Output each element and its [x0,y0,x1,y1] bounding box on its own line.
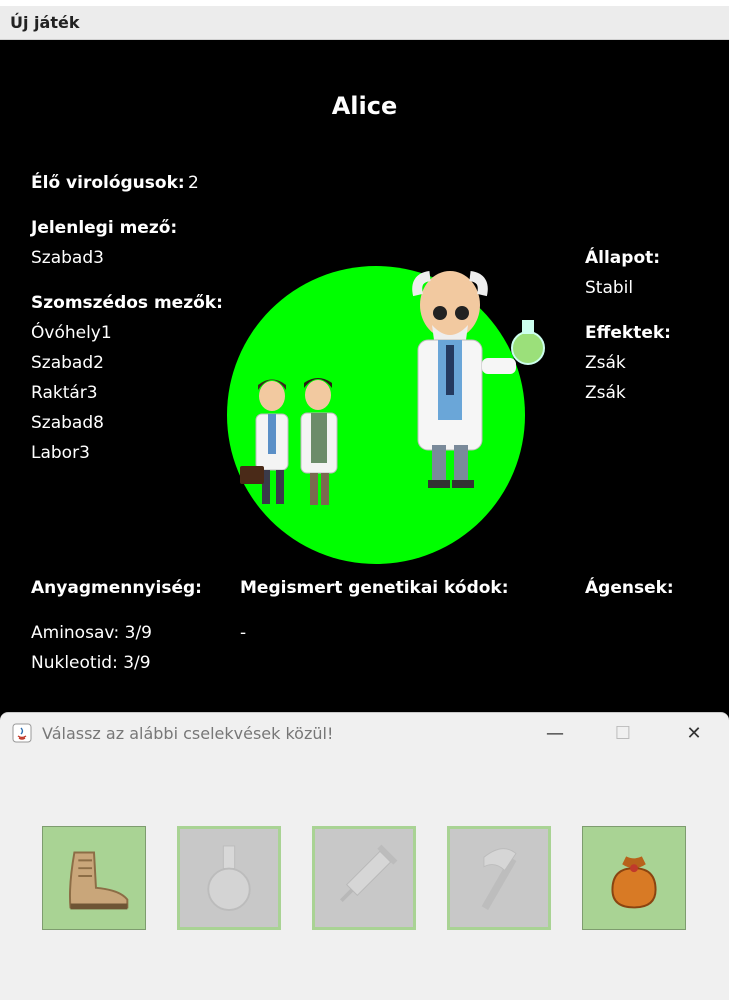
material-item: Nukleotid: 3/9 [31,653,151,673]
close-button[interactable]: ✕ [679,721,709,747]
action-buttons [0,826,729,930]
effect-item: Zsák [585,353,626,373]
code-item: - [240,623,247,643]
state-value: Stabil [585,278,634,298]
alive-label: Élő virológusok: [31,173,185,193]
neighbor-item: Labor3 [31,443,90,463]
axe-icon [481,848,517,911]
materials-label: Anyagmennyiség: [31,578,202,598]
player-name: Alice [331,92,398,120]
neighbor-item: Óvóhely1 [31,323,112,343]
effects-label: Effektek: [585,323,671,343]
sack-icon [611,856,657,909]
alive-count: 2 [188,173,199,193]
java-icon [12,723,32,743]
material-item: Aminosav: 3/9 [31,623,152,643]
maximize-button[interactable]: ☐ [608,721,638,747]
window-titlebar: Új játék [0,6,729,40]
collect-action-button[interactable] [582,826,686,930]
neighbor-item: Raktár3 [31,383,98,403]
neighbor-item: Szabad2 [31,353,104,373]
boot-icon [68,851,129,910]
agents-label: Ágensek: [585,578,674,598]
current-field-label: Jelenlegi mező: [31,218,178,238]
neighbor-item: Szabad8 [31,413,104,433]
syringe-icon [340,844,398,902]
create-agent-action-button[interactable] [177,826,281,930]
apply-agent-action-button[interactable] [312,826,416,930]
field-circle [227,266,525,564]
current-field-value: Szabad3 [31,248,104,268]
state-label: Állapot: [585,248,661,268]
dialog-title: Válassz az alábbi cselekvések közül! [42,724,334,743]
window-title: Új játék [10,13,80,32]
game-panel: Alice Élő virológusok: 2 Jelenlegi mező:… [0,40,729,720]
neighbors-label: Szomszédos mezők: [31,293,223,313]
action-dialog: Válassz az alábbi cselekvések közül! — ☐… [0,712,729,1000]
move-action-button[interactable] [42,826,146,930]
minimize-button[interactable]: — [540,721,570,747]
attack-action-button[interactable] [447,826,551,930]
codes-label: Megismert genetikai kódok: [240,578,509,598]
effect-item: Zsák [585,383,626,403]
flask-icon [207,845,251,911]
